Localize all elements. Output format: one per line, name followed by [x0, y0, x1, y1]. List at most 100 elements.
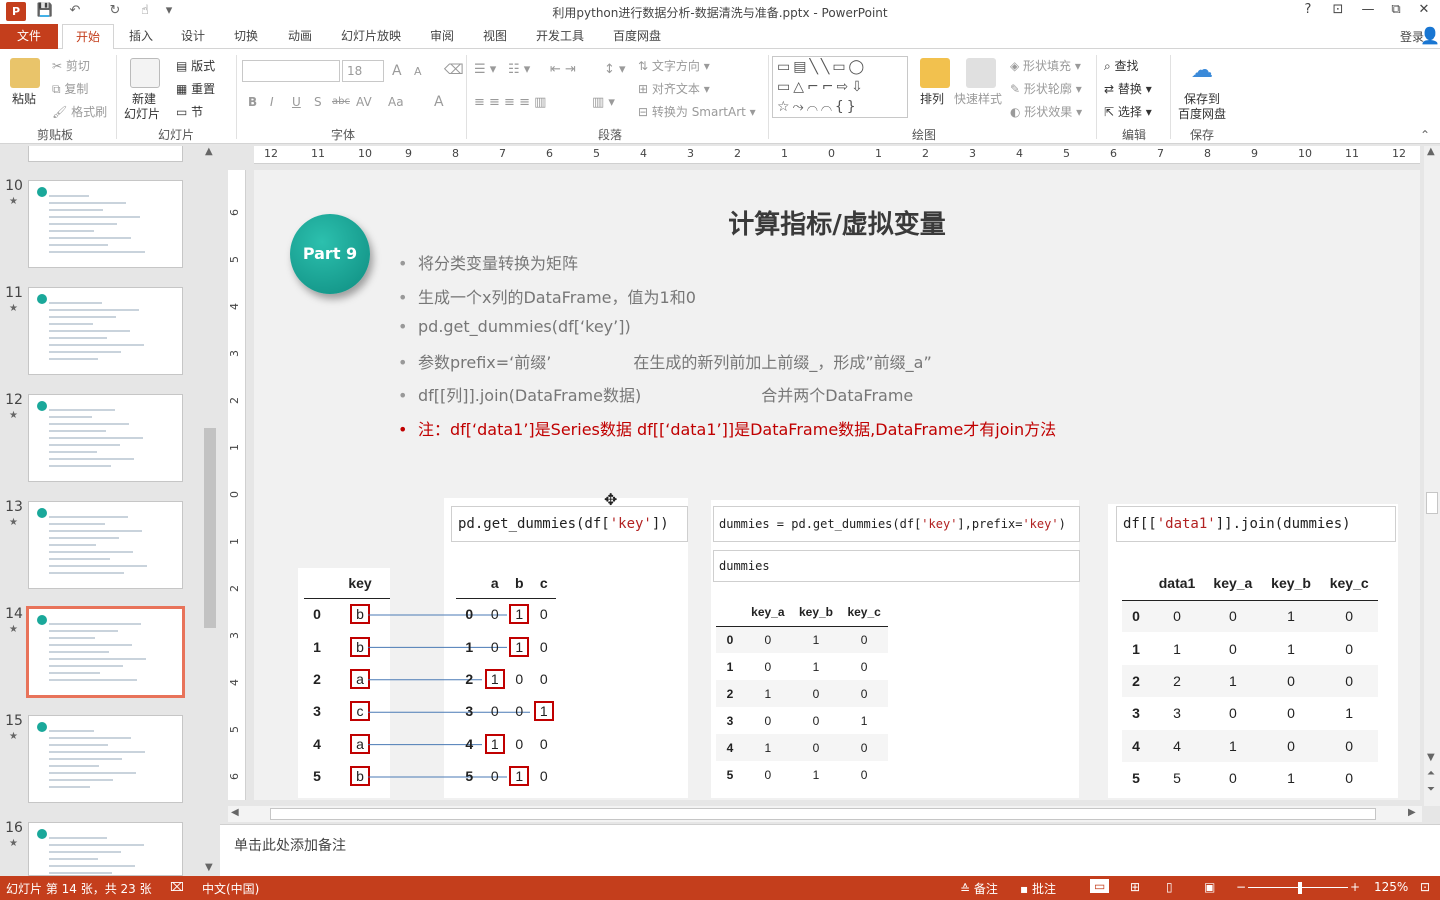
arrange-icon[interactable]: [920, 58, 950, 88]
find-button[interactable]: ⌕ 查找: [1104, 57, 1139, 74]
slide-counter[interactable]: 幻灯片 第 14 张，共 23 张: [6, 880, 152, 897]
slide-thumbnail[interactable]: [26, 606, 185, 698]
scroll-right-icon[interactable]: ▶: [1408, 807, 1416, 818]
comments-toggle-button[interactable]: ▪ 批注: [1020, 880, 1056, 897]
notes-placeholder[interactable]: 单击此处添加备注: [234, 835, 346, 855]
thumbnail-partial[interactable]: [28, 146, 183, 162]
paste-icon[interactable]: [10, 58, 40, 88]
zoom-in-icon[interactable]: +: [1350, 880, 1360, 894]
horizontal-ruler[interactable]: 12 11 10 9 8 7 6 5 4 3 2 1 0 1 2 3 4 5 6 7 8 9 10 11 12: [254, 146, 1420, 164]
underline-button[interactable]: U: [292, 95, 301, 109]
slide-sorter-icon[interactable]: ⊞: [1130, 880, 1140, 894]
baidu-cloud-icon[interactable]: ☁: [1186, 58, 1218, 86]
tab-design[interactable]: 设计: [170, 24, 216, 49]
spell-check-icon[interactable]: ⌧: [170, 880, 184, 894]
tab-developer[interactable]: 开发工具: [526, 24, 594, 49]
minimize-button[interactable]: —: [1354, 2, 1382, 17]
tab-slideshow[interactable]: 幻灯片放映: [332, 24, 410, 49]
change-case-button[interactable]: Aa: [388, 95, 404, 109]
font-size-input[interactable]: 18: [342, 60, 384, 82]
cut-button[interactable]: ✂ 剪切: [52, 57, 90, 74]
copy-button[interactable]: ⧉ 复制: [52, 80, 88, 97]
shape-outline-button[interactable]: ✎ 形状轮廓 ▾: [1010, 80, 1082, 97]
align-icons[interactable]: ≡ ≡ ≡ ≡ ▥: [474, 95, 546, 110]
replace-button[interactable]: ⇄ 替换 ▾: [1104, 80, 1152, 97]
italic-button[interactable]: I: [270, 95, 274, 109]
character-spacing-button[interactable]: AV: [356, 95, 372, 109]
close-button[interactable]: ✕: [1410, 2, 1438, 17]
reset-button[interactable]: ▦ 重置: [176, 80, 215, 97]
clear-formatting-icon[interactable]: ⌫: [444, 62, 464, 78]
restore-button[interactable]: ⧉: [1382, 2, 1410, 17]
numbering-icon[interactable]: ☷ ▾: [508, 62, 530, 77]
tab-file[interactable]: 文件: [0, 24, 58, 49]
normal-view-icon[interactable]: ▭: [1090, 879, 1110, 893]
vertical-ruler[interactable]: 6 5 4 3 2 1 0 1 2 3 4 5 6: [228, 170, 246, 800]
next-slide-icon[interactable]: ⏷: [1427, 784, 1435, 795]
columns-icon[interactable]: ▥ ▾: [592, 95, 615, 110]
zoom-slider-thumb[interactable]: [1298, 882, 1302, 894]
align-text-button[interactable]: ⊞ 对齐文本 ▾: [638, 80, 710, 97]
thumbnails-scrollbar[interactable]: ▲ ▼: [202, 146, 218, 876]
zoom-out-icon[interactable]: −: [1236, 880, 1246, 894]
indent-icon[interactable]: ⇤ ⇥: [550, 62, 576, 77]
text-direction-button[interactable]: ⇅ 文字方向 ▾: [638, 57, 710, 74]
slide-canvas[interactable]: 计算指标/虚拟变量 Part 9 • 将分类变量转换为矩阵 • 生成一个x列的Dat…: [254, 170, 1420, 800]
scrollbar-thumb[interactable]: [204, 428, 216, 628]
line-spacing-icon[interactable]: ↕ ▾: [604, 62, 626, 77]
notes-pane[interactable]: 单击此处添加备注: [220, 824, 1440, 876]
section-button[interactable]: ▭ 节: [176, 103, 203, 120]
scrollbar-thumb[interactable]: [270, 808, 1376, 820]
horizontal-scrollbar[interactable]: ◀ ▶: [228, 806, 1422, 822]
font-name-input[interactable]: [242, 60, 340, 82]
new-slide-icon[interactable]: [130, 58, 160, 88]
strikethrough-button[interactable]: abc: [332, 96, 350, 107]
slide-thumbnail[interactable]: [28, 180, 183, 268]
notes-toggle-button[interactable]: ≙ 备注: [960, 880, 998, 897]
slide-thumbnail[interactable]: [28, 501, 183, 589]
paste-button[interactable]: 粘贴: [12, 90, 36, 107]
ribbon-display-options-button[interactable]: ⊡: [1324, 2, 1352, 17]
tab-view[interactable]: 视图: [472, 24, 518, 49]
shapes-gallery[interactable]: ▭▤╲╲▭◯ ▭△⌐⌐⇨⇩ ☆⤳⌒⌒{}: [772, 56, 908, 118]
layout-button[interactable]: ▤ 版式: [176, 57, 215, 74]
tab-home[interactable]: 开始: [62, 24, 114, 50]
slide-thumbnail[interactable]: [28, 287, 183, 375]
collapse-ribbon-icon[interactable]: ⌃: [1420, 128, 1430, 142]
scroll-down-icon[interactable]: ▼: [1427, 752, 1435, 763]
shrink-font-button[interactable]: A: [414, 65, 422, 78]
tab-baidu-netdisk[interactable]: 百度网盘: [604, 24, 670, 49]
tab-animations[interactable]: 动画: [276, 24, 324, 49]
shape-fill-button[interactable]: ◈ 形状填充 ▾: [1010, 57, 1081, 74]
scroll-up-icon[interactable]: ▲: [205, 146, 213, 157]
tab-review[interactable]: 审阅: [418, 24, 466, 49]
slide-thumbnail[interactable]: [28, 715, 183, 803]
shadow-button[interactable]: S: [314, 95, 322, 109]
scrollbar-thumb[interactable]: [1426, 492, 1438, 514]
convert-smartart-button[interactable]: ⊟ 转换为 SmartArt ▾: [638, 103, 756, 120]
format-painter-button[interactable]: 🖌 格式刷: [52, 103, 107, 120]
shape-effects-button[interactable]: ◐ 形状效果 ▾: [1010, 103, 1082, 120]
zoom-level[interactable]: 125%: [1374, 880, 1408, 894]
fit-slide-icon[interactable]: ⊡: [1420, 880, 1430, 894]
arrange-button[interactable]: 排列: [920, 90, 944, 107]
avatar-icon[interactable]: 👤: [1420, 26, 1440, 46]
bold-button[interactable]: B: [248, 95, 257, 109]
slide-thumbnail[interactable]: [28, 822, 183, 876]
bullets-icon[interactable]: ☰ ▾: [474, 62, 496, 77]
quick-styles-button[interactable]: 快速样式: [954, 90, 1002, 107]
previous-slide-icon[interactable]: ⏶: [1427, 768, 1435, 779]
scroll-down-icon[interactable]: ▼: [205, 862, 213, 873]
slideshow-icon[interactable]: ▣: [1204, 880, 1215, 894]
scroll-up-icon[interactable]: ▲: [1427, 146, 1435, 157]
scroll-left-icon[interactable]: ◀: [231, 807, 239, 818]
reading-view-icon[interactable]: ▯: [1166, 880, 1173, 894]
select-button[interactable]: ⇱ 选择 ▾: [1104, 103, 1152, 120]
help-button[interactable]: ?: [1294, 2, 1322, 17]
grow-font-button[interactable]: A: [392, 63, 402, 79]
font-color-button[interactable]: A: [434, 94, 444, 110]
language-indicator[interactable]: 中文(中国): [202, 880, 259, 897]
slide-thumbnail[interactable]: [28, 394, 183, 482]
tab-transitions[interactable]: 切换: [222, 24, 270, 49]
slide-vertical-scrollbar[interactable]: ▲ ▼ ⏶ ⏷: [1424, 146, 1440, 806]
